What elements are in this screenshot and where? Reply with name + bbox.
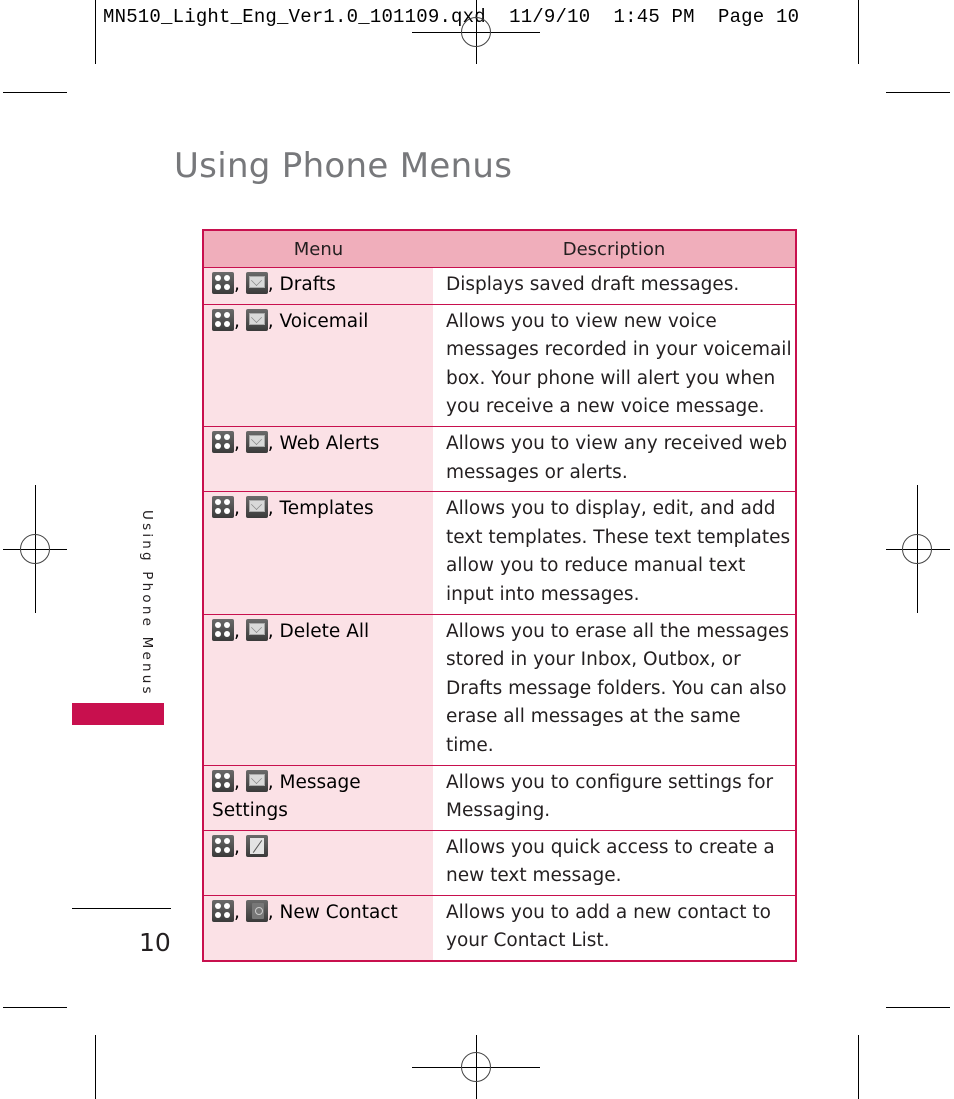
crop-mark bbox=[95, 0, 96, 64]
footer-rule bbox=[72, 908, 171, 909]
messaging-icon bbox=[245, 430, 268, 453]
description-cell: Allows you to view any received web mess… bbox=[433, 425, 796, 492]
table-header-row: Menu Description bbox=[203, 230, 796, 268]
menu-cell: , , Delete All bbox=[203, 613, 433, 765]
messaging-icon bbox=[245, 496, 268, 519]
crop-mark bbox=[95, 1035, 96, 1099]
description-cell: Allows you to view new voice messages re… bbox=[433, 303, 796, 427]
messaging-icon bbox=[245, 618, 268, 641]
menu-table: Menu Description , , Drafts Displays sav… bbox=[202, 229, 797, 963]
menu-icon bbox=[212, 496, 234, 519]
crop-mark bbox=[886, 92, 950, 93]
menu-icon bbox=[212, 899, 234, 922]
contacts-icon bbox=[245, 899, 268, 922]
description-cell: Allows you to configure settings for Mes… bbox=[433, 764, 796, 831]
menu-cell: , , Voicemail bbox=[203, 303, 433, 427]
menu-cell: , , Templates bbox=[203, 491, 433, 615]
table-row: , , Drafts Displays saved draft messages… bbox=[203, 267, 796, 305]
table-row: , , Delete All Allows you to erase all t… bbox=[203, 613, 796, 765]
table-row: , Allows you quick access to create a ne… bbox=[203, 829, 796, 896]
table-row: , , Voicemail Allows you to view new voi… bbox=[203, 303, 796, 427]
menu-cell: , , Drafts bbox=[203, 267, 433, 305]
crop-mark bbox=[886, 1007, 950, 1008]
crop-mark bbox=[3, 1007, 67, 1008]
table-row: , , Message Settings Allows you to confi… bbox=[203, 764, 796, 831]
header-description: Description bbox=[433, 230, 796, 268]
menu-cell: , , Web Alerts bbox=[203, 425, 433, 492]
messaging-icon bbox=[245, 272, 268, 294]
slug-page: Page 10 bbox=[717, 6, 800, 28]
table-row: , , Templates Allows you to display, edi… bbox=[203, 491, 796, 615]
section-tab-marker bbox=[72, 703, 164, 725]
printer-slug: MN510_Light_Eng_Ver1.0_101109.qxd 11/9/1… bbox=[103, 6, 799, 28]
menu-name: Web Alerts bbox=[279, 432, 380, 454]
menu-icon bbox=[212, 769, 234, 792]
header-menu: Menu bbox=[203, 230, 433, 268]
menu-name: Drafts bbox=[279, 274, 336, 295]
description-cell: Allows you to add a new contact to your … bbox=[433, 894, 796, 962]
menu-icon bbox=[212, 834, 234, 857]
page-title: Using Phone Menus bbox=[174, 146, 513, 186]
crop-mark bbox=[858, 0, 859, 64]
menu-cell: , , Message Settings bbox=[203, 764, 433, 831]
description-cell: Allows you to erase all the messages sto… bbox=[433, 613, 796, 765]
slug-time: 1:45 PM bbox=[613, 6, 695, 28]
menu-icon bbox=[212, 430, 234, 453]
menu-icon bbox=[212, 618, 234, 641]
table-row: , , Web Alerts Allows you to view any re… bbox=[203, 425, 796, 492]
slug-date: 11/9/10 bbox=[509, 6, 591, 28]
description-cell: Allows you quick access to create a new … bbox=[433, 829, 796, 896]
messaging-icon bbox=[245, 308, 268, 331]
menu-name: New Contact bbox=[279, 901, 398, 923]
page-number: 10 bbox=[139, 928, 171, 957]
menu-name: Templates bbox=[279, 498, 374, 520]
menu-name: Delete All bbox=[279, 620, 370, 642]
menu-cell: , bbox=[203, 829, 433, 896]
crop-mark bbox=[3, 92, 67, 93]
menu-name: Voicemail bbox=[279, 310, 369, 332]
menu-icon bbox=[212, 308, 234, 331]
new-message-icon bbox=[245, 834, 268, 857]
table-row: , , New Contact Allows you to add a new … bbox=[203, 894, 796, 962]
menu-cell: , , New Contact bbox=[203, 894, 433, 962]
crop-mark bbox=[858, 1035, 859, 1099]
description-cell: Allows you to display, edit, and add tex… bbox=[433, 491, 796, 615]
messaging-icon bbox=[245, 769, 268, 792]
slug-filename: MN510_Light_Eng_Ver1.0_101109.qxd bbox=[103, 6, 486, 28]
description-cell: Displays saved draft messages. bbox=[433, 267, 796, 305]
menu-icon bbox=[212, 272, 234, 294]
section-side-label: Using Phone Menus bbox=[139, 510, 155, 697]
